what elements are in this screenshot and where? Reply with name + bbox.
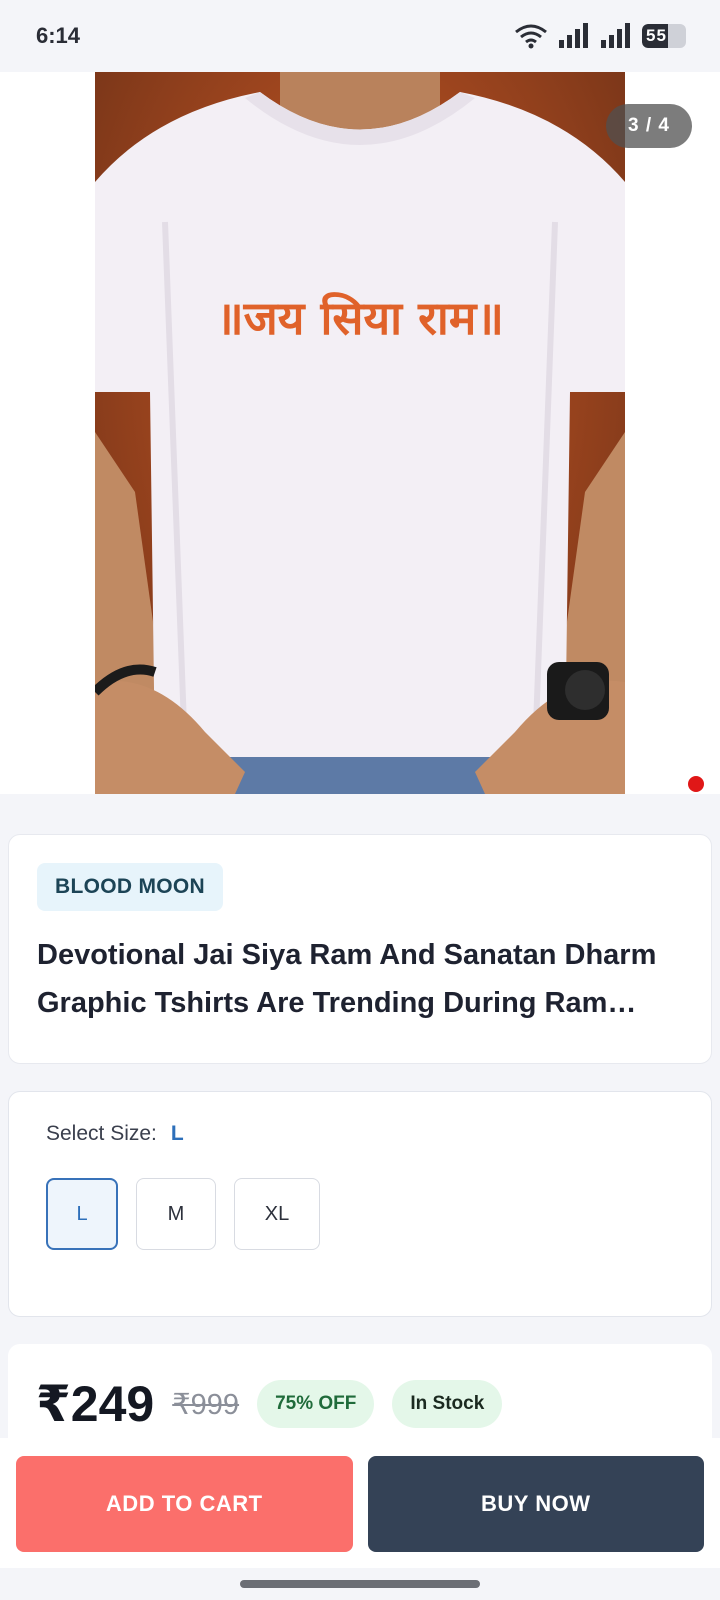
battery-level: 55 — [646, 26, 667, 45]
wifi-icon — [514, 23, 548, 49]
battery-icon: 55 — [642, 24, 686, 48]
discount-badge: 75% OFF — [257, 1380, 375, 1428]
bottom-action-bar: ADD TO CART BUY NOW — [0, 1438, 720, 1568]
size-option-l[interactable]: L — [46, 1178, 118, 1250]
status-bar: 6:14 55 — [0, 0, 720, 72]
size-label: Select Size: — [46, 1122, 157, 1145]
stock-badge: In Stock — [392, 1380, 503, 1428]
size-option-m[interactable]: M — [136, 1178, 216, 1250]
add-to-cart-button[interactable]: ADD TO CART — [16, 1456, 353, 1552]
product-photo[interactable]: ॥जय सिया राम॥ — [95, 72, 625, 794]
status-icons: 55 — [514, 23, 686, 49]
brand-badge[interactable]: BLOOD MOON — [37, 863, 223, 911]
product-info-card: BLOOD MOON Devotional Jai Siya Ram And S… — [8, 834, 712, 1064]
product-title: Devotional Jai Siya Ram And Sanatan Dhar… — [37, 939, 657, 1019]
product-page: 6:14 55 ॥जय सिया राम॥ 3 / 4 BLOOD MOON D… — [0, 0, 720, 1600]
print-text: ॥जय सिया राम॥ — [216, 291, 504, 345]
signal-icon — [600, 23, 632, 49]
size-heading: Select Size: L — [46, 1122, 674, 1146]
signal-icon — [558, 23, 590, 49]
product-image-gallery[interactable]: ॥जय सिया राम॥ 3 / 4 — [0, 72, 720, 794]
size-selector-card: Select Size: L L M XL — [8, 1091, 712, 1317]
price: ₹249 — [36, 1376, 155, 1432]
tshirt-illustration: ॥जय सिया राम॥ — [95, 72, 625, 794]
selected-size: L — [170, 1122, 184, 1145]
original-price: ₹999 — [172, 1388, 240, 1421]
pagination-dot — [688, 776, 704, 792]
home-indicator[interactable] — [240, 1580, 480, 1588]
size-option-xl[interactable]: XL — [234, 1178, 320, 1250]
size-options: L M XL — [46, 1178, 674, 1250]
status-time: 6:14 — [36, 23, 81, 48]
image-counter: 3 / 4 — [606, 104, 692, 148]
buy-now-button[interactable]: BUY NOW — [367, 1456, 704, 1552]
